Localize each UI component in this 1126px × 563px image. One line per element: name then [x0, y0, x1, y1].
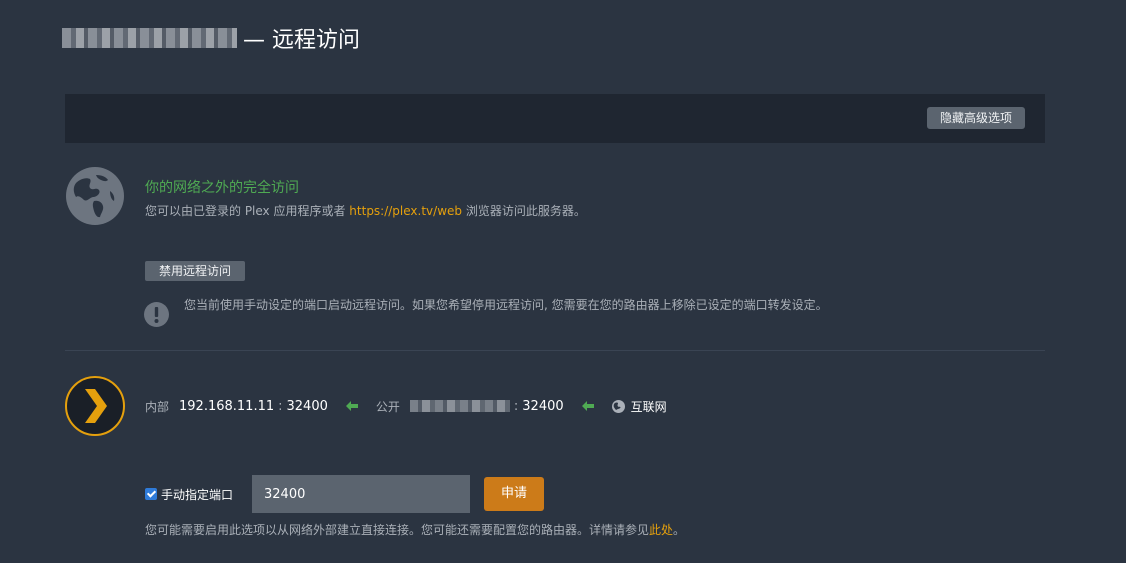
page-header: — 远程访问 — [62, 20, 360, 56]
internal-ip: 192.168.11.11 — [179, 398, 275, 414]
redacted-public-ip — [409, 400, 510, 412]
warning-icon — [144, 302, 169, 327]
public-separator: : — [513, 398, 519, 414]
section-divider — [65, 350, 1045, 351]
internal-separator: : — [278, 398, 283, 414]
manual-port-warning: 您当前使用手动设定的端口启动远程访问。如果您希望停用远程访问, 您需要在您的路由… — [184, 298, 828, 312]
manual-port-hint: 您可能需要启用此选项以从网络外部建立直接连接。您可能还需要配置您的路由器。详情请… — [145, 521, 685, 538]
details-here-link[interactable]: 此处 — [649, 523, 673, 537]
access-desc-text-before: 您可以由已登录的 Plex 应用程序或者 — [145, 204, 350, 218]
globe-icon — [66, 167, 124, 225]
manual-port-checkbox-row[interactable]: 手动指定端口 — [145, 486, 233, 502]
plex-web-link[interactable]: https://plex.tv/web — [349, 204, 462, 218]
public-label: 公开 — [375, 399, 400, 414]
manual-port-input[interactable] — [252, 475, 470, 513]
plex-logo-icon — [65, 376, 125, 436]
access-status-title: 你的网络之外的完全访问 — [145, 180, 299, 196]
internet-label: 互联网 — [630, 399, 667, 414]
internal-port: 32400 — [286, 398, 328, 414]
hint-text-after: 。 — [673, 523, 686, 537]
redacted-server-name — [62, 28, 237, 48]
advanced-options-bar: 隐藏高级选项 — [65, 94, 1045, 143]
arrow-left-icon — [345, 401, 358, 411]
public-port: 32400 — [522, 398, 564, 414]
apply-button[interactable]: 申请 — [484, 477, 544, 511]
manual-port-label: 手动指定端口 — [161, 487, 234, 502]
hide-advanced-button[interactable]: 隐藏高级选项 — [926, 107, 1025, 129]
disable-remote-access-button[interactable]: 禁用远程访问 — [145, 261, 246, 281]
internal-label: 内部 — [145, 399, 170, 414]
page-title: — 远程访问 — [243, 28, 360, 53]
hint-text-before: 您可能需要启用此选项以从网络外部建立直接连接。您可能还需要配置您的路由器。详情请… — [145, 523, 650, 537]
internet-globe-icon — [611, 399, 625, 413]
manual-port-checkbox[interactable] — [145, 488, 157, 500]
arrow-left-icon — [581, 401, 594, 411]
access-description: 您可以由已登录的 Plex 应用程序或者 https://plex.tv/web… — [145, 202, 586, 219]
connection-status-row: 内部 192.168.11.11 : 32400 公开 : 32400 互联网 — [145, 396, 667, 416]
remote-access-page: — 远程访问 隐藏高级选项 你的网络之外的完全访问 您可以由已登录的 Plex … — [0, 0, 1126, 563]
access-desc-text-after: 浏览器访问此服务器。 — [462, 204, 586, 218]
